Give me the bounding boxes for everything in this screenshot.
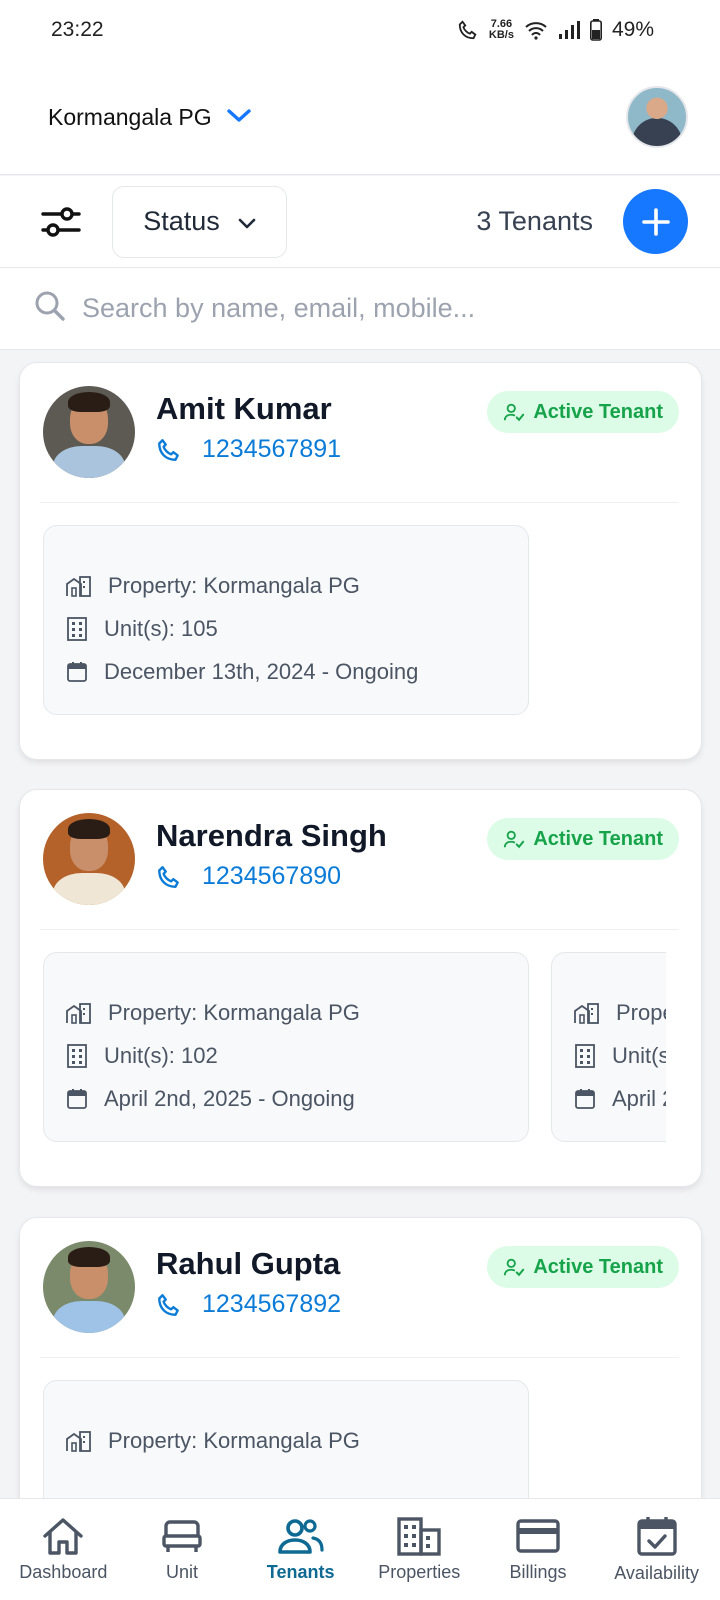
- tenant-list[interactable]: Amit Kumar 1234567891 Active Tenant Prop…: [0, 350, 720, 1498]
- tenant-count: 3 Tenants: [476, 206, 593, 236]
- tenant-avatar: [43, 386, 135, 478]
- stay-property: Property: Kormangala PG: [108, 572, 360, 598]
- search-input[interactable]: [82, 293, 642, 324]
- phone-icon: [158, 438, 179, 461]
- search-bar: [0, 268, 720, 350]
- stay-period: April 2nd, 2025 - Ongoing: [612, 1085, 666, 1111]
- calendar-check-icon: [636, 1517, 677, 1556]
- property-icon: [66, 1430, 91, 1452]
- property-icon: [574, 1002, 599, 1024]
- nav-billings[interactable]: Billings: [479, 1516, 597, 1583]
- stay-card[interactable]: Property: Kormangala PG Unit(s): 105 Dec…: [43, 525, 529, 715]
- stay-period: April 2nd, 2025 - Ongoing: [104, 1085, 355, 1111]
- battery-level: 49%: [611, 18, 654, 41]
- user-check-icon: [504, 830, 525, 849]
- nav-availability[interactable]: Availability: [598, 1515, 716, 1584]
- add-tenant-button[interactable]: [623, 189, 688, 254]
- tenant-avatar: [43, 813, 135, 905]
- stay-card[interactable]: Property: Kormangala PG Unit(s): 1 April…: [551, 952, 666, 1142]
- stay-units: Unit(s): 102: [104, 1042, 218, 1068]
- building-icon: [575, 1043, 595, 1068]
- search-icon: [34, 290, 66, 327]
- home-icon: [43, 1518, 84, 1555]
- phone-icon: [158, 1293, 179, 1316]
- chevron-down-icon: [226, 104, 252, 131]
- calendar-icon: [67, 661, 87, 682]
- stay-card[interactable]: Property: Kormangala PG Unit(s): 102 Apr…: [43, 952, 529, 1142]
- tenant-phone: 1234567891: [202, 435, 342, 463]
- users-icon: [277, 1519, 324, 1554]
- status-dropdown-label: Status: [143, 206, 220, 236]
- tenant-card[interactable]: Amit Kumar 1234567891 Active Tenant Prop…: [19, 362, 702, 760]
- tenant-phone-link[interactable]: 1234567891: [156, 435, 341, 464]
- property-icon: [66, 1002, 91, 1024]
- status-badge: Active Tenant: [487, 1246, 679, 1288]
- building-icon: [67, 616, 87, 641]
- divider: [40, 929, 679, 930]
- bottom-navigation: Dashboard Unit Tenants Properties Billin…: [0, 1498, 720, 1600]
- stay-period: December 13th, 2024 - Ongoing: [104, 658, 419, 684]
- status-icons: 7.66 KB/s 49%: [457, 18, 654, 42]
- status-bar: 23:22 7.66 KB/s 49%: [0, 0, 720, 60]
- tenant-name: Amit Kumar: [156, 391, 332, 426]
- signal-icon: [558, 20, 580, 40]
- wifi-icon: [524, 20, 548, 40]
- stay-card[interactable]: Property: Kormangala PG: [43, 1380, 529, 1498]
- network-speed: 7.66 KB/s: [488, 18, 514, 41]
- profile-avatar[interactable]: [626, 86, 688, 148]
- tenant-phone: 1234567890: [202, 862, 342, 890]
- tenant-name: Rahul Gupta: [156, 1246, 341, 1281]
- status-time: 23:22: [51, 18, 104, 41]
- tenant-phone-link[interactable]: 1234567890: [156, 862, 341, 891]
- filter-bar: Status 3 Tenants: [0, 176, 720, 268]
- property-selector[interactable]: Kormangala PG: [48, 104, 252, 131]
- stay-list[interactable]: Property: Kormangala PG Unit(s): 105 Dec…: [43, 525, 666, 715]
- calendar-icon: [575, 1088, 595, 1109]
- filter-sliders-icon[interactable]: [40, 201, 82, 243]
- calendar-icon: [67, 1088, 87, 1109]
- status-badge: Active Tenant: [487, 818, 679, 860]
- user-check-icon: [504, 403, 525, 422]
- tenant-phone: 1234567892: [202, 1290, 342, 1318]
- tenant-card[interactable]: Rahul Gupta 1234567892 Active Tenant Pro…: [19, 1217, 702, 1498]
- app-header: Kormangala PG: [0, 60, 720, 175]
- tenant-phone-link[interactable]: 1234567892: [156, 1290, 341, 1319]
- divider: [40, 502, 679, 503]
- nav-unit[interactable]: Unit: [123, 1516, 241, 1583]
- phone-icon: [158, 865, 179, 888]
- property-icon: [66, 575, 91, 597]
- stay-property: Property: Kormangala PG: [616, 999, 666, 1025]
- building-icon: [67, 1043, 87, 1068]
- stay-list[interactable]: Property: Kormangala PG Unit(s): 102 Apr…: [43, 952, 666, 1142]
- stay-property: Property: Kormangala PG: [108, 1427, 360, 1453]
- battery-icon: [589, 19, 602, 41]
- stay-units: Unit(s): 1: [612, 1042, 666, 1068]
- chevron-down-icon: [238, 206, 256, 237]
- nav-dashboard[interactable]: Dashboard: [4, 1516, 122, 1583]
- user-check-icon: [504, 1258, 525, 1277]
- tenant-name: Narendra Singh: [156, 818, 387, 853]
- divider: [40, 1357, 679, 1358]
- stay-list[interactable]: Property: Kormangala PG: [43, 1380, 666, 1498]
- status-badge: Active Tenant: [487, 391, 679, 433]
- tenant-avatar: [43, 1241, 135, 1333]
- nav-tenants[interactable]: Tenants: [242, 1516, 360, 1583]
- building-icon: [397, 1517, 441, 1556]
- bed-icon: [162, 1520, 202, 1552]
- property-name: Kormangala PG: [48, 103, 212, 130]
- status-dropdown[interactable]: Status: [112, 185, 287, 258]
- credit-card-icon: [516, 1519, 560, 1553]
- stay-property: Property: Kormangala PG: [108, 999, 360, 1025]
- call-icon: [457, 19, 479, 41]
- nav-properties[interactable]: Properties: [360, 1516, 478, 1583]
- plus-icon: [641, 207, 670, 236]
- stay-units: Unit(s): 105: [104, 615, 218, 641]
- tenant-card[interactable]: Narendra Singh 1234567890 Active Tenant …: [19, 789, 702, 1187]
